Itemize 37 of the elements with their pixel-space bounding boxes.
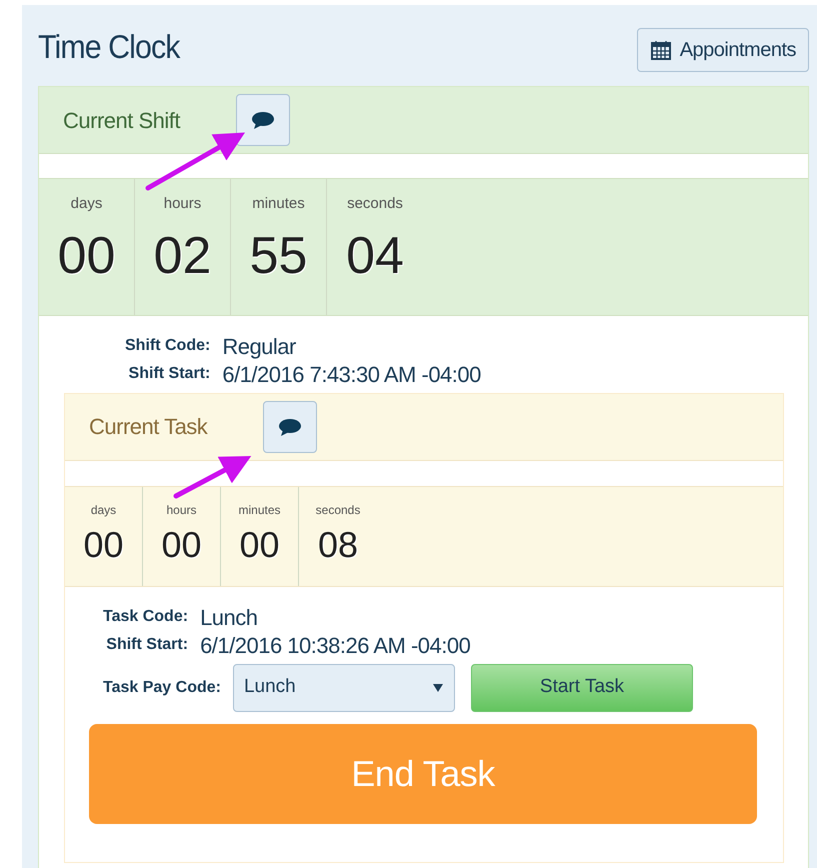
time-value: 08	[318, 526, 358, 563]
time-value: 04	[346, 230, 404, 282]
caret-icon	[432, 682, 444, 693]
time-value: 00	[83, 526, 124, 563]
time-unit-label: seconds	[347, 194, 403, 214]
time-unit-label: minutes	[252, 194, 305, 214]
appointments-button[interactable]: Appointments	[636, 28, 809, 72]
task-title: Current Task	[89, 413, 208, 442]
page-title: Time Clock	[38, 27, 180, 67]
time-unit-label: hours	[164, 194, 202, 214]
start-task-button[interactable]: Start Task	[470, 664, 693, 712]
time-value: 00	[239, 526, 280, 563]
field-label: Task Code:	[103, 606, 188, 627]
note-button[interactable]	[263, 400, 318, 453]
time-value: 00	[161, 526, 202, 563]
time-value: 02	[154, 230, 212, 282]
field-value: Lunch	[200, 604, 259, 632]
field-value: Regular	[222, 334, 297, 360]
shift-title: Current Shift	[63, 106, 180, 134]
time-unit-label: seconds	[316, 502, 360, 519]
field-value: 6/1/2016 10:38:26 AM -04:00	[200, 633, 470, 660]
speech-bubble-icon	[251, 111, 275, 129]
note-button[interactable]	[236, 94, 290, 146]
time-value: 00	[58, 230, 116, 282]
calendar-icon	[650, 39, 672, 61]
field-value: 6/1/2016 7:43:30 AM -04:00	[222, 362, 481, 389]
time-unit-label: hours	[166, 502, 197, 519]
field-label: Shift Start:	[105, 635, 188, 656]
time-unit-label: days	[90, 502, 116, 519]
field-label: Shift Start:	[128, 364, 210, 384]
time-unit-label: days	[70, 194, 102, 214]
pay-code-select[interactable]: Lunch	[232, 664, 455, 712]
time-unit-label: minutes	[238, 502, 281, 519]
field-label: Shift Code:	[125, 336, 210, 356]
time-value: 55	[250, 230, 308, 282]
field-label: Task Pay Code:	[103, 678, 221, 698]
speech-bubble-icon	[278, 418, 302, 436]
